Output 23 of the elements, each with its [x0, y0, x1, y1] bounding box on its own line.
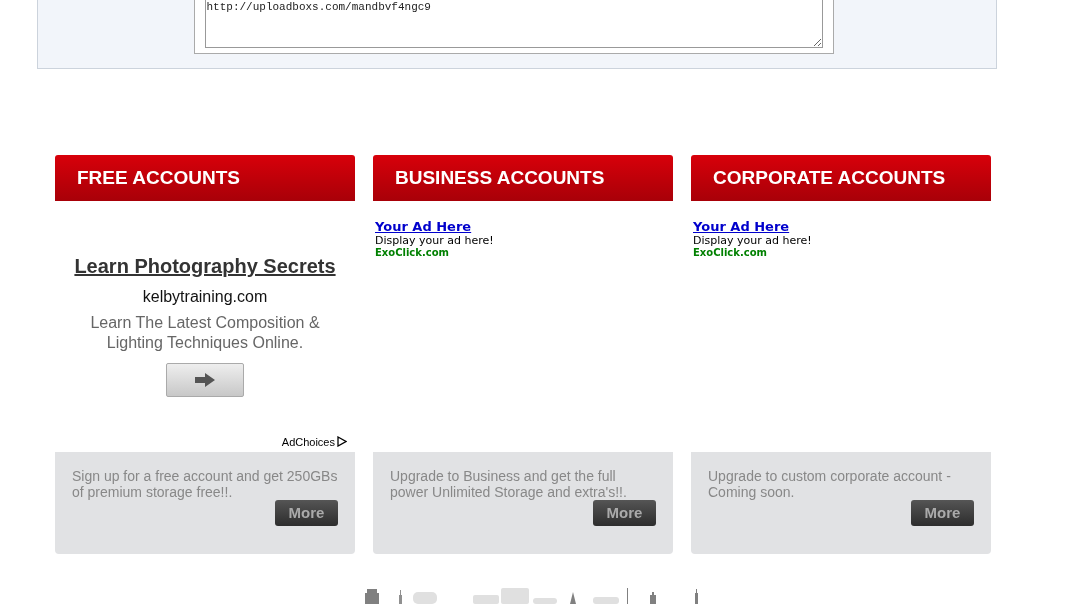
ad-headline-link[interactable]: Your Ad Here	[375, 219, 472, 234]
plan-description: Upgrade to custom corporate account - Coming soon.	[708, 468, 952, 500]
adchoices-label[interactable]: AdChoices	[281, 433, 335, 450]
ad-domain: kelbytraining.com	[142, 287, 268, 307]
ad-description: Display your ad here!	[375, 234, 494, 247]
more-button[interactable]: More	[275, 500, 338, 526]
more-button[interactable]: More	[911, 500, 974, 526]
more-button[interactable]: More	[593, 500, 656, 526]
ad-domain: ExoClick.com	[693, 247, 767, 259]
plan-header: BUSINESS ACCOUNTS	[373, 155, 673, 201]
plan-description: Upgrade to Business and get the full power Unlimited Storage and extra's!!.	[390, 468, 628, 500]
ad-arrow-button[interactable]	[166, 363, 244, 397]
link-textarea[interactable]: http://uploadboxs.com/mandbvf4ngc9	[204, 0, 823, 48]
plan-header: CORPORATE ACCOUNTS	[691, 155, 991, 201]
ad-headline-link[interactable]: Learn Photography Secrets	[74, 251, 336, 281]
ad-description: Learn The Latest Composition & Lighting Techniques Online.	[89, 313, 321, 353]
ad-headline-link[interactable]: Your Ad Here	[693, 219, 790, 234]
play-triangle-icon[interactable]	[337, 436, 347, 448]
right-arrow-icon	[195, 373, 215, 387]
ad-domain: ExoClick.com	[375, 247, 449, 259]
ad-description: Display your ad here!	[693, 234, 812, 247]
plan-header: FREE ACCOUNTS	[55, 155, 355, 201]
plan-description: Sign up for a free account and get 250GBs of premium storage free!!.	[72, 468, 338, 500]
